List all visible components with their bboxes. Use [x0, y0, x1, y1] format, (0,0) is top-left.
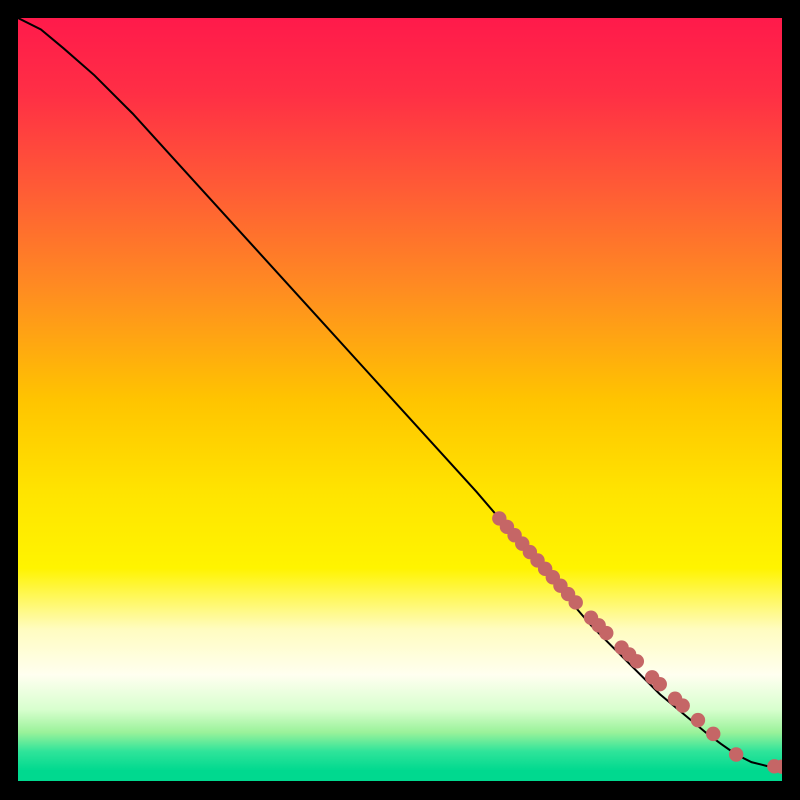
data-point — [675, 698, 689, 712]
data-point — [599, 626, 613, 640]
bottleneck-chart — [18, 18, 782, 782]
data-point — [569, 595, 583, 609]
data-point — [630, 654, 644, 668]
data-point — [653, 677, 667, 691]
gradient-background — [18, 18, 782, 782]
chart-frame: TheBottleneck.com — [18, 18, 782, 782]
data-point — [691, 713, 705, 727]
data-point — [729, 747, 743, 761]
data-point — [706, 727, 720, 741]
